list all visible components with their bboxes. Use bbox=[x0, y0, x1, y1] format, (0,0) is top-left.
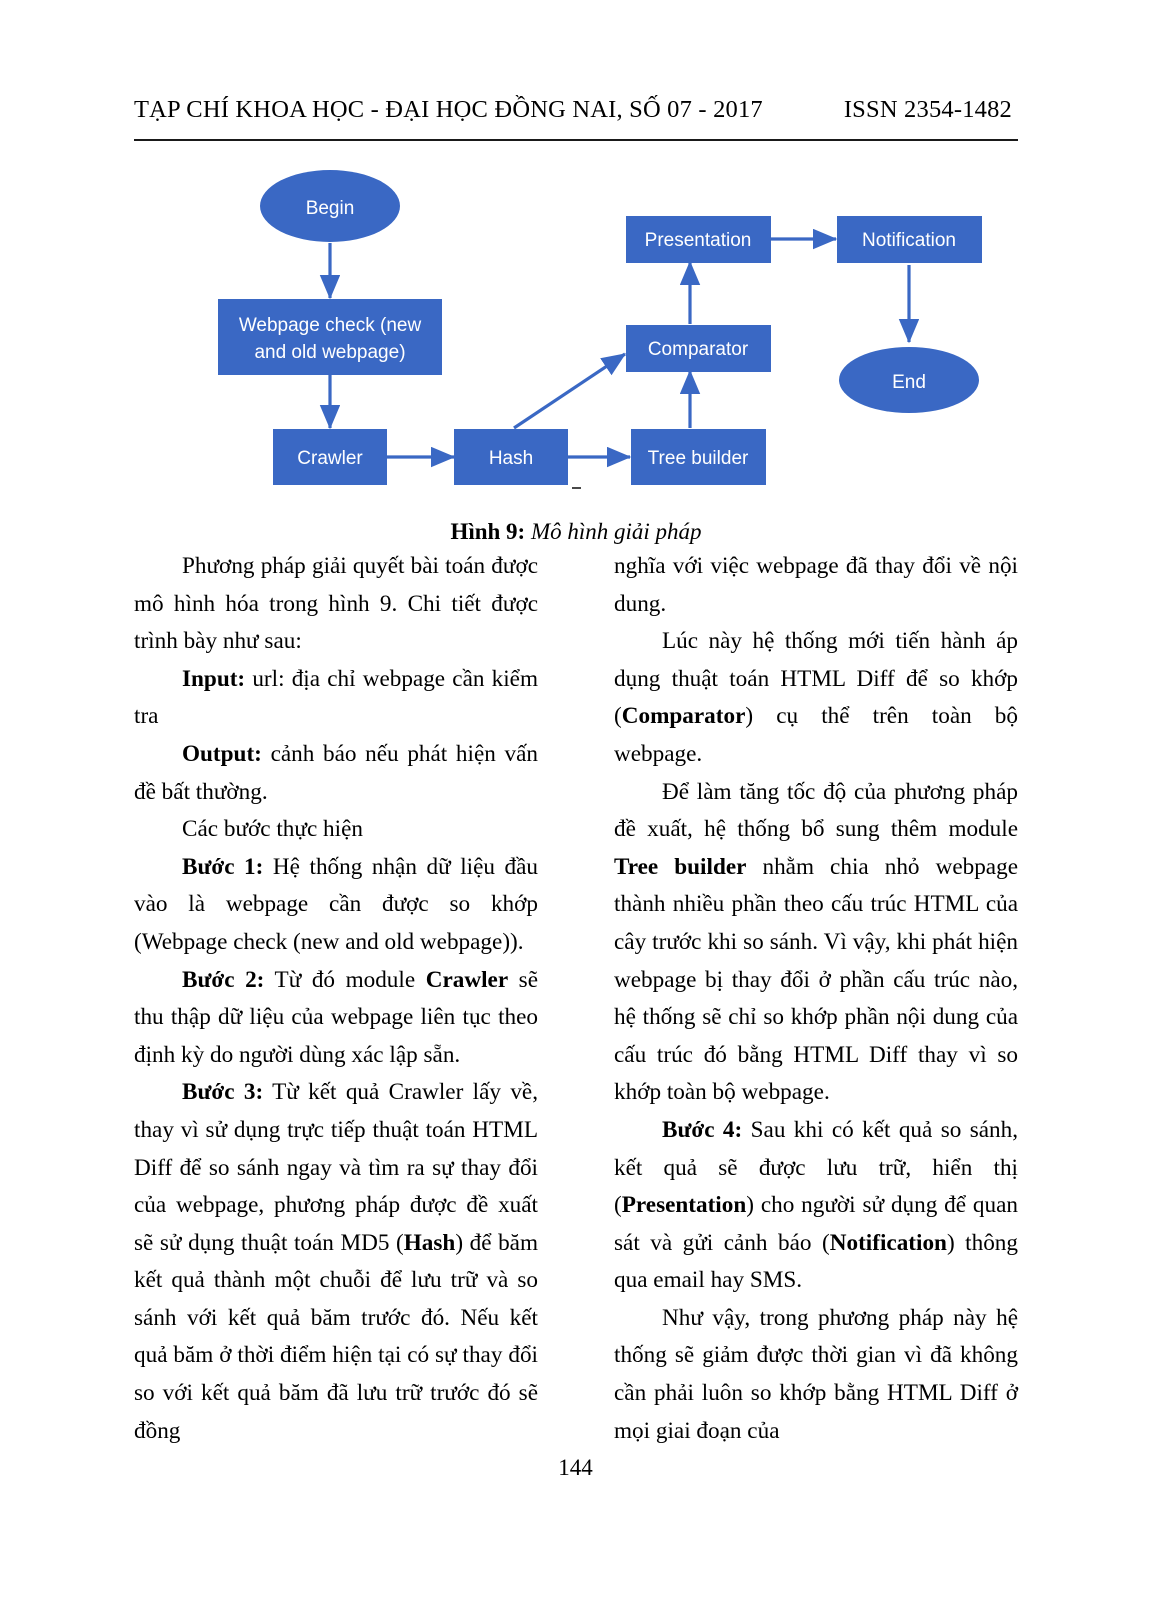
input-label: Input: bbox=[182, 665, 246, 692]
node-presentation-label: Presentation bbox=[645, 230, 752, 251]
node-comparator-label: Comparator bbox=[648, 339, 749, 360]
running-head: TẠP CHÍ KHOA HỌC - ĐẠI HỌC ĐỒNG NAI, SỐ … bbox=[134, 96, 1018, 124]
module-notification: Notification bbox=[829, 1229, 947, 1256]
figure-caption-text: Mô hình giải pháp bbox=[530, 519, 702, 544]
node-hash-label: Hash bbox=[489, 448, 533, 469]
issn-label: ISSN 2354-1482 bbox=[843, 96, 1012, 123]
module-presentation: Presentation bbox=[621, 1192, 747, 1219]
scan-artifact-mark bbox=[572, 487, 581, 489]
paragraph-step-1: Bước 1: Hệ thống nhận dữ liệu đầu vào là… bbox=[134, 849, 538, 962]
body-column-left: Phương pháp giải quyết bài toán được mô … bbox=[134, 548, 538, 1450]
paragraph-conclusion-text: Như vậy, trong phương pháp này hệ thống … bbox=[614, 1304, 1018, 1444]
node-comparator: Comparator bbox=[626, 325, 771, 372]
node-begin-label: Begin bbox=[306, 198, 355, 219]
paragraph-step-3: Bước 3: Từ kết quả Crawler lấy về, thay … bbox=[134, 1074, 538, 1450]
step-1-label: Bước 1: bbox=[182, 853, 264, 880]
paragraph-output: Output: cảnh báo nếu phát hiện vấn đề bấ… bbox=[134, 736, 538, 811]
node-hash: Hash bbox=[454, 429, 568, 485]
node-webpage-check-label-line2: and old webpage) bbox=[254, 342, 405, 363]
output-label: Output: bbox=[182, 740, 262, 767]
node-tree-builder-label: Tree builder bbox=[648, 448, 749, 469]
node-notification: Notification bbox=[837, 216, 982, 263]
node-begin: Begin bbox=[260, 170, 400, 242]
step-2-text-a: Từ đó module bbox=[264, 966, 426, 993]
step-3-text-c: ) để băm kết quả thành một chuỗi để lưu … bbox=[134, 1229, 539, 1444]
paragraph-continuation: nghĩa với việc webpage đã thay đổi về nộ… bbox=[614, 548, 1018, 623]
paragraph-step-2: Bước 2: Từ đó module Crawler sẽ thu thập… bbox=[134, 962, 538, 1075]
document-page: TẠP CHÍ KHOA HỌC - ĐẠI HỌC ĐỒNG NAI, SỐ … bbox=[0, 0, 1151, 1624]
paragraph-continuation-text: nghĩa với việc webpage đã thay đổi về nộ… bbox=[614, 553, 1018, 617]
module-tree-builder: Tree builder bbox=[614, 853, 747, 880]
tree-builder-text-c: nhằm chia nhỏ webpage thành nhiều phần t… bbox=[614, 853, 1018, 1106]
flowchart-svg: Begin Webpage check (new and old webpage… bbox=[218, 170, 982, 485]
paragraph-intro-text: Phương pháp giải quyết bài toán được mô … bbox=[134, 553, 538, 655]
figure-caption: Hình 9: Mô hình giải pháp bbox=[134, 519, 1018, 545]
body-column-right: nghĩa với việc webpage đã thay đổi về nộ… bbox=[614, 548, 1018, 1450]
steps-heading-text: Các bước thực hiện bbox=[182, 816, 363, 843]
paragraph-input: Input: url: địa chỉ webpage cần kiểm tra bbox=[134, 661, 538, 736]
step-2-module-crawler: Crawler bbox=[425, 966, 509, 993]
header-divider bbox=[134, 139, 1018, 141]
tree-builder-text-a: Để làm tăng tốc độ của phương pháp đề xu… bbox=[614, 778, 1018, 843]
page-number: 144 bbox=[558, 1455, 593, 1480]
node-crawler-label: Crawler bbox=[297, 448, 363, 469]
step-2-label: Bước 2: bbox=[182, 966, 265, 993]
arrow-hash-to-comparator bbox=[513, 352, 627, 430]
module-comparator: Comparator bbox=[621, 703, 746, 730]
step-4-label: Bước 4: bbox=[662, 1116, 743, 1143]
node-end-label: End bbox=[892, 372, 926, 393]
node-webpage-check-label-line1: Webpage check (new bbox=[239, 315, 422, 336]
journal-title: TẠP CHÍ KHOA HỌC - ĐẠI HỌC ĐỒNG NAI, SỐ … bbox=[134, 96, 763, 123]
paragraph-comparator: Lúc này hệ thống mới tiến hành áp dụng t… bbox=[614, 623, 1018, 773]
node-tree-builder: Tree builder bbox=[631, 429, 766, 485]
node-notification-label: Notification bbox=[862, 230, 956, 251]
node-end: End bbox=[839, 347, 979, 413]
figure-caption-number: Hình 9: bbox=[450, 519, 526, 544]
paragraph-tree-builder: Để làm tăng tốc độ của phương pháp đề xu… bbox=[614, 774, 1018, 1112]
paragraph-steps-heading: Các bước thực hiện bbox=[134, 811, 538, 849]
node-presentation: Presentation bbox=[626, 216, 771, 263]
node-webpage-check: Webpage check (new and old webpage) bbox=[218, 299, 442, 375]
node-crawler: Crawler bbox=[273, 429, 387, 485]
step-3-module-hash: Hash bbox=[403, 1229, 456, 1256]
figure-9-flowchart: Begin Webpage check (new and old webpage… bbox=[134, 160, 1018, 515]
paragraph-step-4: Bước 4: Sau khi có kết quả so sánh, kết … bbox=[614, 1112, 1018, 1300]
step-3-label: Bước 3: bbox=[182, 1079, 264, 1106]
paragraph-conclusion: Như vậy, trong phương pháp này hệ thống … bbox=[614, 1300, 1018, 1450]
paragraph-intro: Phương pháp giải quyết bài toán được mô … bbox=[134, 548, 538, 661]
